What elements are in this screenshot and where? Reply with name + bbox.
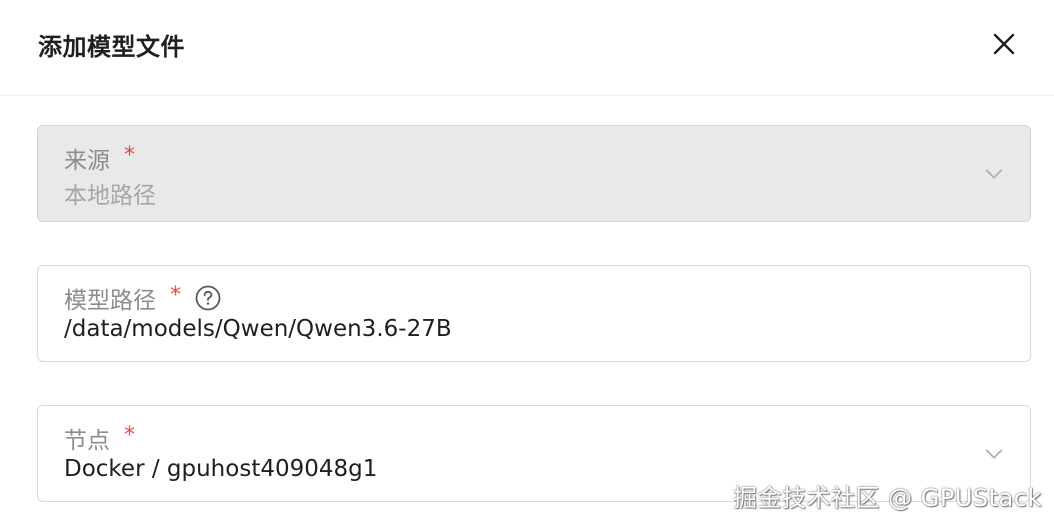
question-circle-icon[interactable] bbox=[195, 285, 221, 311]
watermark: 掘金技术社区 @ GPUStack bbox=[733, 484, 1042, 512]
required-mark: * bbox=[124, 422, 135, 448]
model-path-label: 模型路径 bbox=[64, 288, 156, 314]
source-select[interactable]: 来源 * 本地路径 bbox=[37, 125, 1031, 222]
add-model-file-dialog: 添加模型文件 来源 * 本地路径 模型路径 * /data/models/Qwe… bbox=[0, 0, 1054, 526]
node-label-row: 节点 * bbox=[64, 422, 135, 455]
dialog-title: 添加模型文件 bbox=[38, 33, 185, 61]
required-mark: * bbox=[170, 282, 181, 308]
required-mark: * bbox=[124, 142, 135, 168]
model-path-label-row: 模型路径 * bbox=[64, 282, 221, 314]
node-value: Docker / gpuhost409048g1 bbox=[64, 456, 378, 482]
node-label: 节点 bbox=[64, 428, 110, 454]
close-icon bbox=[993, 33, 1015, 55]
chevron-down-icon bbox=[982, 442, 1006, 466]
model-path-field[interactable]: 模型路径 * /data/models/Qwen/Qwen3.6-27B bbox=[37, 265, 1031, 362]
close-button[interactable] bbox=[986, 26, 1022, 62]
chevron-down-icon bbox=[982, 162, 1006, 186]
dialog-header: 添加模型文件 bbox=[0, 0, 1054, 96]
source-value: 本地路径 bbox=[64, 183, 156, 209]
source-label: 来源 bbox=[64, 148, 110, 174]
source-label-row: 来源 * bbox=[64, 142, 135, 175]
model-path-input[interactable]: /data/models/Qwen/Qwen3.6-27B bbox=[64, 316, 452, 342]
